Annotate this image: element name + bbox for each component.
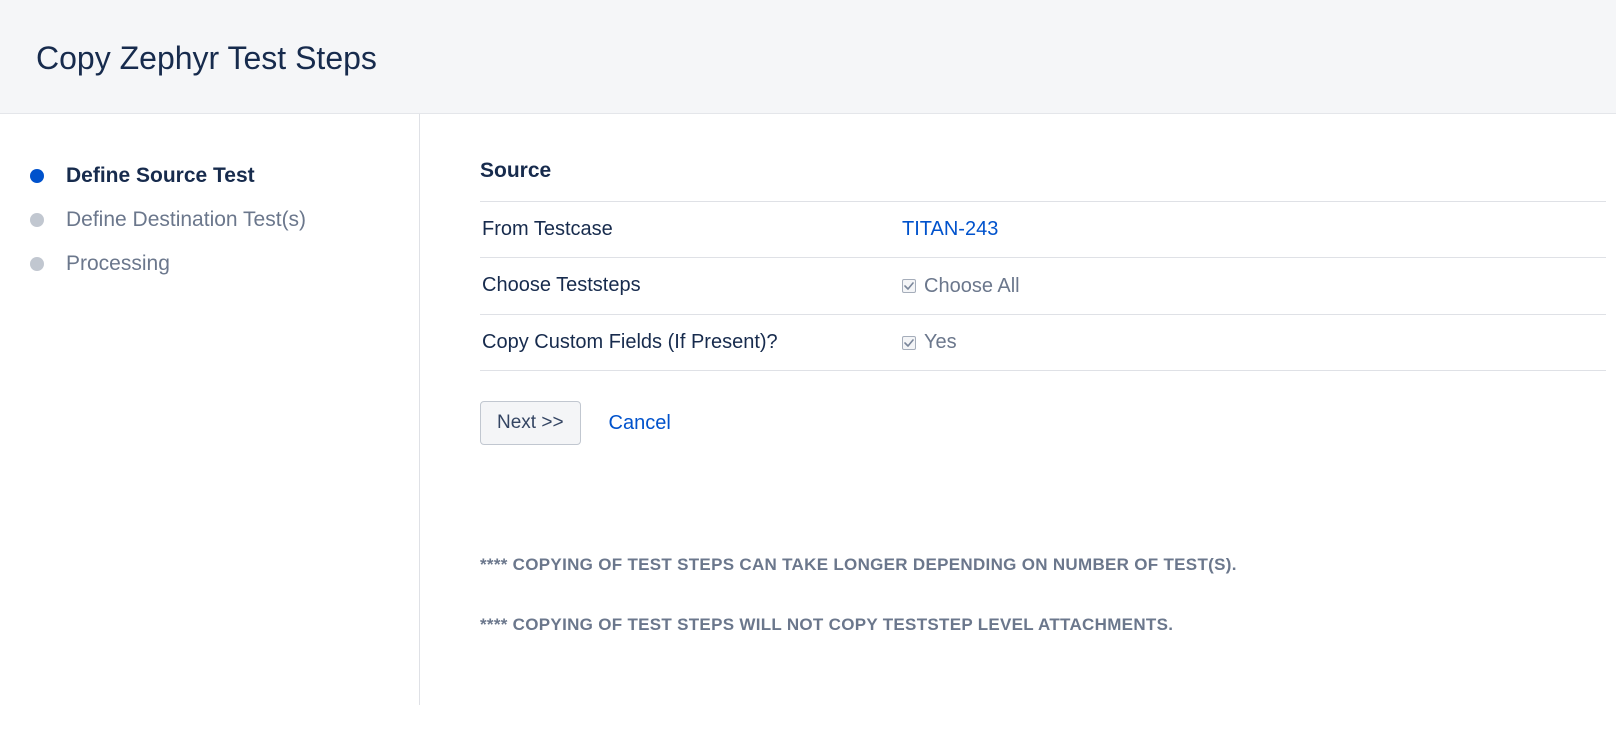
copy-custom-fields-value-cell: Yes xyxy=(900,314,1606,371)
note-copy-time: **** COPYING OF TEST STEPS CAN TAKE LONG… xyxy=(480,555,1606,575)
checkbox-icon xyxy=(902,279,916,293)
copy-custom-checkbox-wrap[interactable]: Yes xyxy=(902,331,957,354)
step-processing[interactable]: Processing xyxy=(30,242,389,286)
checkbox-icon xyxy=(902,336,916,350)
row-choose-teststeps: Choose Teststeps Choose All xyxy=(480,258,1606,315)
notes-block: **** COPYING OF TEST STEPS CAN TAKE LONG… xyxy=(480,555,1606,635)
step-label: Define Source Test xyxy=(66,164,255,188)
row-copy-custom-fields: Copy Custom Fields (If Present)? Yes xyxy=(480,314,1606,371)
content-wrapper: Define Source Test Define Destination Te… xyxy=(0,114,1616,705)
page-title: Copy Zephyr Test Steps xyxy=(36,40,1580,77)
button-row: Next >> Cancel xyxy=(480,401,1606,445)
step-bullet-icon xyxy=(30,257,44,271)
step-bullet-icon xyxy=(30,213,44,227)
choose-teststeps-label: Choose Teststeps xyxy=(480,258,900,315)
choose-all-label: Choose All xyxy=(924,275,1020,298)
cancel-button[interactable]: Cancel xyxy=(609,412,671,435)
step-define-source[interactable]: Define Source Test xyxy=(30,154,389,198)
copy-custom-fields-label: Copy Custom Fields (If Present)? xyxy=(480,314,900,371)
step-define-destination[interactable]: Define Destination Test(s) xyxy=(30,198,389,242)
copy-custom-yes-label: Yes xyxy=(924,331,957,354)
from-testcase-link[interactable]: TITAN-243 xyxy=(902,218,998,240)
next-button[interactable]: Next >> xyxy=(480,401,581,445)
from-testcase-value-cell: TITAN-243 xyxy=(900,202,1606,258)
row-from-testcase: From Testcase TITAN-243 xyxy=(480,202,1606,258)
main-panel: Source From Testcase TITAN-243 Choose Te… xyxy=(420,114,1616,705)
choose-all-checkbox-wrap[interactable]: Choose All xyxy=(902,275,1020,298)
step-label: Define Destination Test(s) xyxy=(66,208,306,232)
step-bullet-icon xyxy=(30,169,44,183)
step-label: Processing xyxy=(66,252,170,276)
step-list: Define Source Test Define Destination Te… xyxy=(30,154,389,286)
from-testcase-label: From Testcase xyxy=(480,202,900,258)
page-header: Copy Zephyr Test Steps xyxy=(0,0,1616,114)
note-attachments: **** COPYING OF TEST STEPS WILL NOT COPY… xyxy=(480,615,1606,635)
wizard-sidebar: Define Source Test Define Destination Te… xyxy=(0,114,420,705)
section-title: Source xyxy=(480,159,1606,183)
choose-teststeps-value-cell: Choose All xyxy=(900,258,1606,315)
source-form-table: From Testcase TITAN-243 Choose Teststeps… xyxy=(480,201,1606,371)
